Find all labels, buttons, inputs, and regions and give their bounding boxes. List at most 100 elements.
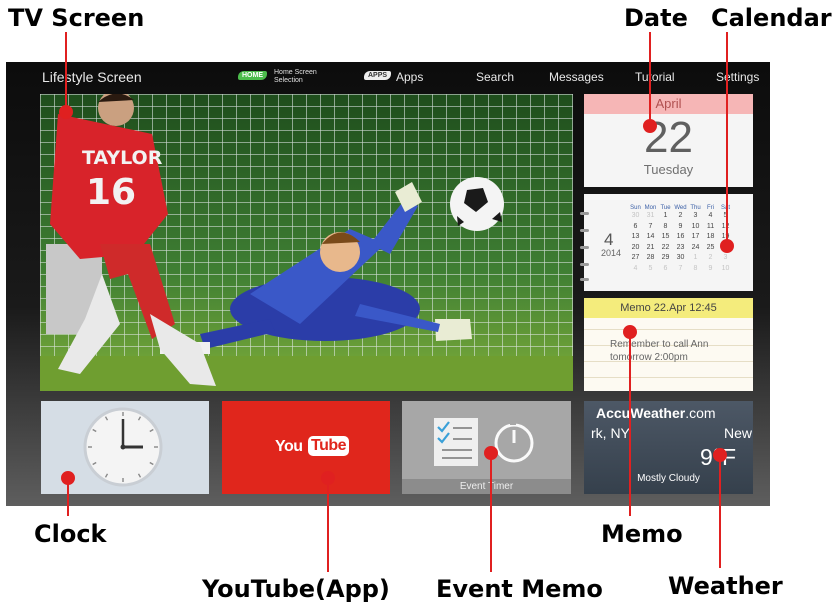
calendar-day: 23 [676, 243, 685, 251]
calendar-day: 11 [706, 222, 715, 230]
player-number-text: 16 [86, 172, 136, 213]
weather-brand: AccuWeather.com [596, 405, 716, 421]
callout-memo: Memo [601, 520, 683, 548]
date-weekday: Tuesday [643, 162, 694, 177]
calendar-day: 13 [631, 233, 640, 240]
calendar-day: 8 [693, 264, 698, 272]
messages-menu-item[interactable]: Messages [549, 70, 604, 84]
date-month: April [584, 94, 753, 114]
weather-temperature: 9°F [700, 444, 737, 470]
calendar-week-row: 6 7 8 9 10 11 12 [628, 222, 733, 233]
calendar-day: 20 [631, 243, 640, 251]
calendar-day: 28 [646, 254, 655, 261]
calendar-day: 25 [706, 243, 715, 251]
calendar-day: 5 [723, 212, 728, 219]
calendar-day: 2 [678, 212, 683, 219]
callout-event-memo: Event Memo [436, 575, 603, 603]
calendar-day: 15 [661, 233, 670, 240]
calendar-day: 12 [721, 222, 730, 230]
calendar-day: 3 [723, 254, 728, 261]
tv-screen[interactable]: TAYLOR 16 [40, 94, 573, 391]
calendar-month: 4 [604, 230, 614, 249]
calendar-week-row: 13 14 15 16 17 18 19 [628, 232, 733, 243]
weather-city-right: New [724, 425, 753, 441]
weather-city-left: rk, NY [591, 425, 630, 441]
weather-condition: Mostly Cloudy [637, 473, 700, 484]
callout-weather: Weather [668, 572, 783, 600]
callout-calendar: Calendar [711, 4, 832, 32]
calendar-day: 6 [663, 264, 668, 272]
top-bar: Lifestyle Screen HOME Home Screen Select… [6, 62, 770, 92]
calendar-week-row: 4 5 6 7 8 9 10 [628, 264, 733, 275]
calendar-day: 16 [676, 233, 685, 240]
callout-tv-screen: TV Screen [8, 4, 145, 32]
calendar-day: 30 [676, 254, 685, 261]
timer-icon [494, 422, 534, 463]
callout-date: Date [624, 4, 688, 32]
calendar-day: 9 [708, 264, 713, 272]
youtube-logo-tube: Tube [308, 436, 350, 456]
calendar-day: 7 [678, 264, 683, 272]
soccer-scene-image: TAYLOR 16 [40, 94, 573, 391]
memo-header: Memo 22.Apr 12:45 [584, 298, 753, 318]
date-tile[interactable]: April 22 Tuesday [584, 94, 753, 187]
tutorial-menu-item[interactable]: Tutorial [635, 70, 675, 84]
calendar-day: 1 [693, 254, 698, 261]
memo-line: Remember to call Ann [610, 339, 709, 350]
calendar-day: 4 [633, 264, 638, 272]
calendar-day: 27 [631, 254, 640, 261]
calendar-day: 18 [706, 233, 715, 240]
calendar-day: 31 [646, 212, 655, 219]
binder-ring [580, 229, 589, 232]
calendar-day: 2 [708, 254, 713, 261]
home-badge[interactable]: HOME [238, 71, 267, 80]
calendar-week-row: 30 31 1 2 3 4 5 [628, 211, 733, 222]
settings-menu-item[interactable]: Settings [716, 70, 759, 84]
home-screen-selection-label[interactable]: Home Screen Selection [274, 69, 317, 85]
memo-body: Remember to call Ann tomorrow 2:00pm [584, 318, 753, 364]
binder-ring [580, 246, 589, 249]
calendar-day: 21 [646, 243, 655, 251]
soccer-ball [450, 177, 504, 231]
calendar-day: 30 [631, 212, 640, 219]
calendar-grid: Sun Mon Tue Wed Thu Fri Sat 30 31 1 2 3 … [628, 205, 733, 274]
calendar-day: 19 [721, 233, 730, 240]
calendar-day: 17 [691, 233, 700, 240]
memo-tile[interactable]: Memo 22.Apr 12:45 Remember to call Ann t… [584, 298, 753, 391]
calendar-tile[interactable]: 4 2014 Sun Mon Tue Wed Thu Fri Sat 30 31… [580, 194, 753, 291]
calendar-day: 24 [691, 243, 700, 251]
binder-ring [580, 212, 589, 215]
callout-youtube: YouTube(App) [202, 575, 390, 603]
apps-menu-item[interactable]: Apps [396, 70, 423, 84]
youtube-logo-you: You [275, 438, 303, 455]
calendar-day: 6 [633, 222, 638, 230]
calendar-day: 26 [721, 243, 730, 251]
weather-tile[interactable]: AccuWeather.com rk, NY New 9°F Mostly Cl… [584, 401, 753, 494]
calendar-day: 5 [648, 264, 653, 272]
binder-ring [580, 263, 589, 266]
calendar-day: 14 [646, 233, 655, 240]
analog-clock-icon [83, 407, 163, 487]
calendar-day: 9 [678, 222, 683, 230]
calendar-day: 7 [648, 222, 653, 230]
calendar-day: 10 [721, 264, 730, 272]
calendar-day: 1 [663, 212, 668, 219]
calendar-day: 22 [661, 243, 670, 251]
calendar-week-row: 27 28 29 30 1 2 3 [628, 253, 733, 264]
calendar-day: 8 [663, 222, 668, 230]
apps-badge[interactable]: APPS [364, 71, 392, 80]
calendar-day: 3 [693, 212, 698, 219]
calendar-year: 2014 [601, 248, 622, 258]
search-menu-item[interactable]: Search [476, 70, 514, 84]
binder-ring [580, 278, 589, 281]
player-name-text: TAYLOR [82, 147, 163, 169]
clock-tile[interactable] [41, 401, 209, 494]
calendar-day: 29 [661, 254, 670, 261]
memo-line: tomorrow 2:00pm [610, 352, 688, 363]
screen-title: Lifestyle Screen [42, 69, 142, 85]
event-timer-tile[interactable]: Event Timer [402, 401, 571, 494]
event-timer-label: Event Timer [402, 479, 571, 494]
calendar-day: 10 [691, 222, 700, 230]
youtube-app-tile[interactable]: You Tube [222, 401, 390, 494]
date-day: 22 [644, 113, 693, 162]
